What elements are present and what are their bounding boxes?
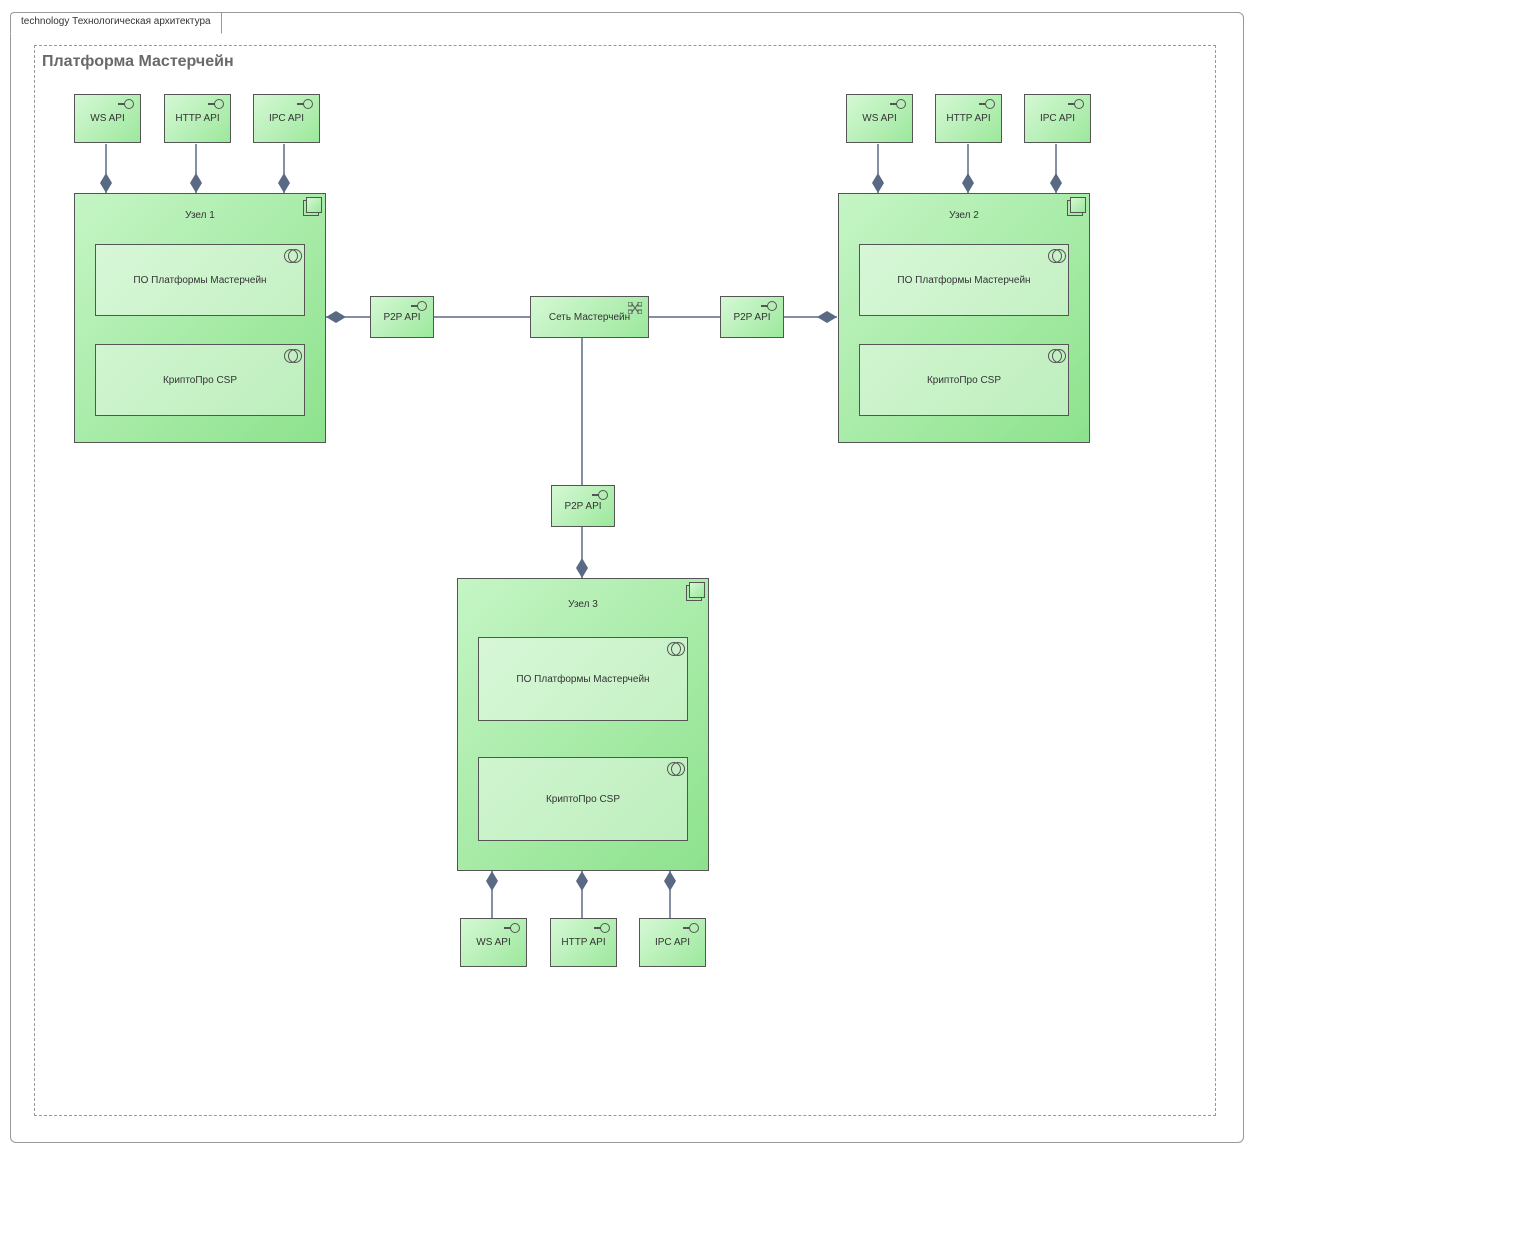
node2-soft: ПО Платформы Мастерчейн bbox=[859, 244, 1069, 316]
node2-container: Узел 2 ПО Платформы Мастерчейн КриптоПро… bbox=[838, 193, 1090, 443]
node3-soft: ПО Платформы Мастерчейн bbox=[478, 637, 688, 721]
software-icon bbox=[1048, 349, 1062, 363]
node1-title: Узел 1 bbox=[75, 210, 325, 221]
interface-icon bbox=[504, 923, 520, 933]
node1-crypto: КриптоПро CSP bbox=[95, 344, 305, 416]
node3-title: Узел 3 bbox=[458, 599, 708, 610]
interface-icon bbox=[979, 99, 995, 109]
api-http-node2: HTTP API bbox=[935, 94, 1002, 143]
api-ipc-node3: IPC API bbox=[639, 918, 706, 967]
node1-container: Узел 1 ПО Платформы Мастерчейн КриптоПро… bbox=[74, 193, 326, 443]
interface-icon bbox=[1068, 99, 1084, 109]
p2p-api-bottom: P2P API bbox=[551, 485, 615, 527]
interface-icon bbox=[761, 301, 777, 311]
interface-icon bbox=[594, 923, 610, 933]
interface-icon bbox=[118, 99, 134, 109]
p2p-api-right: P2P API bbox=[720, 296, 784, 338]
interface-icon bbox=[208, 99, 224, 109]
interface-icon bbox=[411, 301, 427, 311]
node2-title: Узел 2 bbox=[839, 210, 1089, 221]
api-http-node3: HTTP API bbox=[550, 918, 617, 967]
node3-container: Узел 3 ПО Платформы Мастерчейн КриптоПро… bbox=[457, 578, 709, 871]
p2p-api-left: P2P API bbox=[370, 296, 434, 338]
software-icon bbox=[284, 249, 298, 263]
diagram-canvas: technology Технологическая архитектура П… bbox=[0, 0, 1536, 1256]
software-icon bbox=[1048, 249, 1062, 263]
api-ws-node3: WS API bbox=[460, 918, 527, 967]
api-ipc-node1: IPC API bbox=[253, 94, 320, 143]
node3-crypto: КриптоПро CSP bbox=[478, 757, 688, 841]
api-ws-node2: WS API bbox=[846, 94, 913, 143]
api-ws-node1: WS API bbox=[74, 94, 141, 143]
interface-icon bbox=[297, 99, 313, 109]
outer-frame-tab: technology Технологическая архитектура bbox=[10, 12, 222, 34]
api-ipc-node2: IPC API bbox=[1024, 94, 1091, 143]
software-icon bbox=[284, 349, 298, 363]
software-icon bbox=[667, 642, 681, 656]
node2-crypto: КриптоПро CSP bbox=[859, 344, 1069, 416]
software-icon bbox=[667, 762, 681, 776]
node1-soft: ПО Платформы Мастерчейн bbox=[95, 244, 305, 316]
platform-title: Платформа Мастерчейн bbox=[42, 53, 234, 71]
interface-icon bbox=[592, 490, 608, 500]
interface-icon bbox=[890, 99, 906, 109]
api-http-node1: HTTP API bbox=[164, 94, 231, 143]
network-node: Сеть Мастерчейн bbox=[530, 296, 649, 338]
interface-icon bbox=[683, 923, 699, 933]
network-icon bbox=[628, 302, 642, 314]
diagram-title: technology Технологическая архитектура bbox=[21, 16, 211, 27]
